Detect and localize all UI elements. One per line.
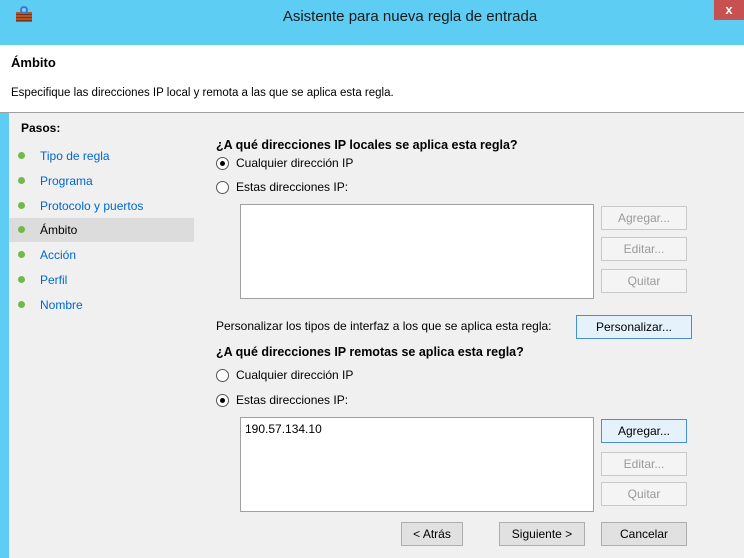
local-ip-list[interactable] [240, 204, 594, 299]
steps-sidebar: Pasos: Tipo de regla Programa Protocolo … [9, 113, 194, 558]
radio-button[interactable] [216, 369, 229, 382]
remote-remove-button[interactable]: Quitar [601, 482, 687, 506]
remote-add-button[interactable]: Agregar... [601, 419, 687, 443]
firewall-icon [16, 6, 32, 22]
step-label: Ámbito [40, 223, 78, 237]
next-button[interactable]: Siguiente > [499, 522, 585, 546]
step-name[interactable]: Nombre [9, 293, 194, 317]
radio-label[interactable]: Cualquier dirección IP [236, 156, 353, 170]
step-scope: Ámbito [9, 218, 194, 242]
step-label[interactable]: Perfil [40, 273, 67, 287]
step-bullet-icon [18, 152, 25, 159]
step-bullet-icon [18, 301, 25, 308]
step-rule-type[interactable]: Tipo de regla [9, 144, 194, 168]
page-title: Ámbito [11, 55, 56, 70]
close-button[interactable]: x [714, 0, 744, 20]
window-title: Asistente para nueva regla de entrada [282, 8, 538, 25]
step-label[interactable]: Nombre [40, 298, 83, 312]
step-bullet-icon [18, 276, 25, 283]
step-bullet-icon [18, 251, 25, 258]
step-program[interactable]: Programa [9, 169, 194, 193]
step-profile[interactable]: Perfil [9, 268, 194, 292]
step-protocol-ports[interactable]: Protocolo y puertos [9, 194, 194, 218]
step-bullet-icon [18, 202, 25, 209]
steps-heading: Pasos: [21, 121, 61, 135]
step-label[interactable]: Tipo de regla [40, 149, 110, 163]
local-edit-button[interactable]: Editar... [601, 237, 687, 261]
local-remove-button[interactable]: Quitar [601, 269, 687, 293]
cancel-button[interactable]: Cancelar [601, 522, 687, 546]
page-description: Especifique las direcciones IP local y r… [11, 87, 394, 99]
customize-button[interactable]: Personalizar... [576, 315, 692, 339]
local-ip-question: ¿A qué direcciones IP locales se aplica … [216, 138, 518, 152]
interface-types-text: Personalizar los tipos de interfaz a los… [216, 319, 552, 333]
title-bar: Asistente para nueva regla de entrada x [0, 0, 744, 45]
radio-button[interactable] [216, 394, 229, 407]
step-bullet-icon [18, 177, 25, 184]
local-add-button[interactable]: Agregar... [601, 206, 687, 230]
radio-label[interactable]: Cualquier dirección IP [236, 368, 353, 382]
step-label[interactable]: Protocolo y puertos [40, 199, 143, 213]
remote-ip-list[interactable]: 190.57.134.10 [240, 417, 594, 512]
remote-ip-question: ¿A qué direcciones IP remotas se aplica … [216, 345, 524, 359]
scope-panel: ¿A qué direcciones IP locales se aplica … [194, 113, 744, 558]
window-border [0, 113, 9, 558]
radio-label[interactable]: Estas direcciones IP: [236, 393, 348, 407]
wizard-header: Ámbito Especifique las direcciones IP lo… [0, 45, 744, 113]
list-item[interactable]: 190.57.134.10 [245, 422, 322, 436]
step-label[interactable]: Acción [40, 248, 76, 262]
radio-button[interactable] [216, 181, 229, 194]
remote-edit-button[interactable]: Editar... [601, 452, 687, 476]
step-action[interactable]: Acción [9, 243, 194, 267]
step-bullet-icon [18, 226, 25, 233]
radio-label[interactable]: Estas direcciones IP: [236, 180, 348, 194]
back-button[interactable]: < Atrás [401, 522, 463, 546]
radio-button[interactable] [216, 157, 229, 170]
step-label[interactable]: Programa [40, 174, 93, 188]
